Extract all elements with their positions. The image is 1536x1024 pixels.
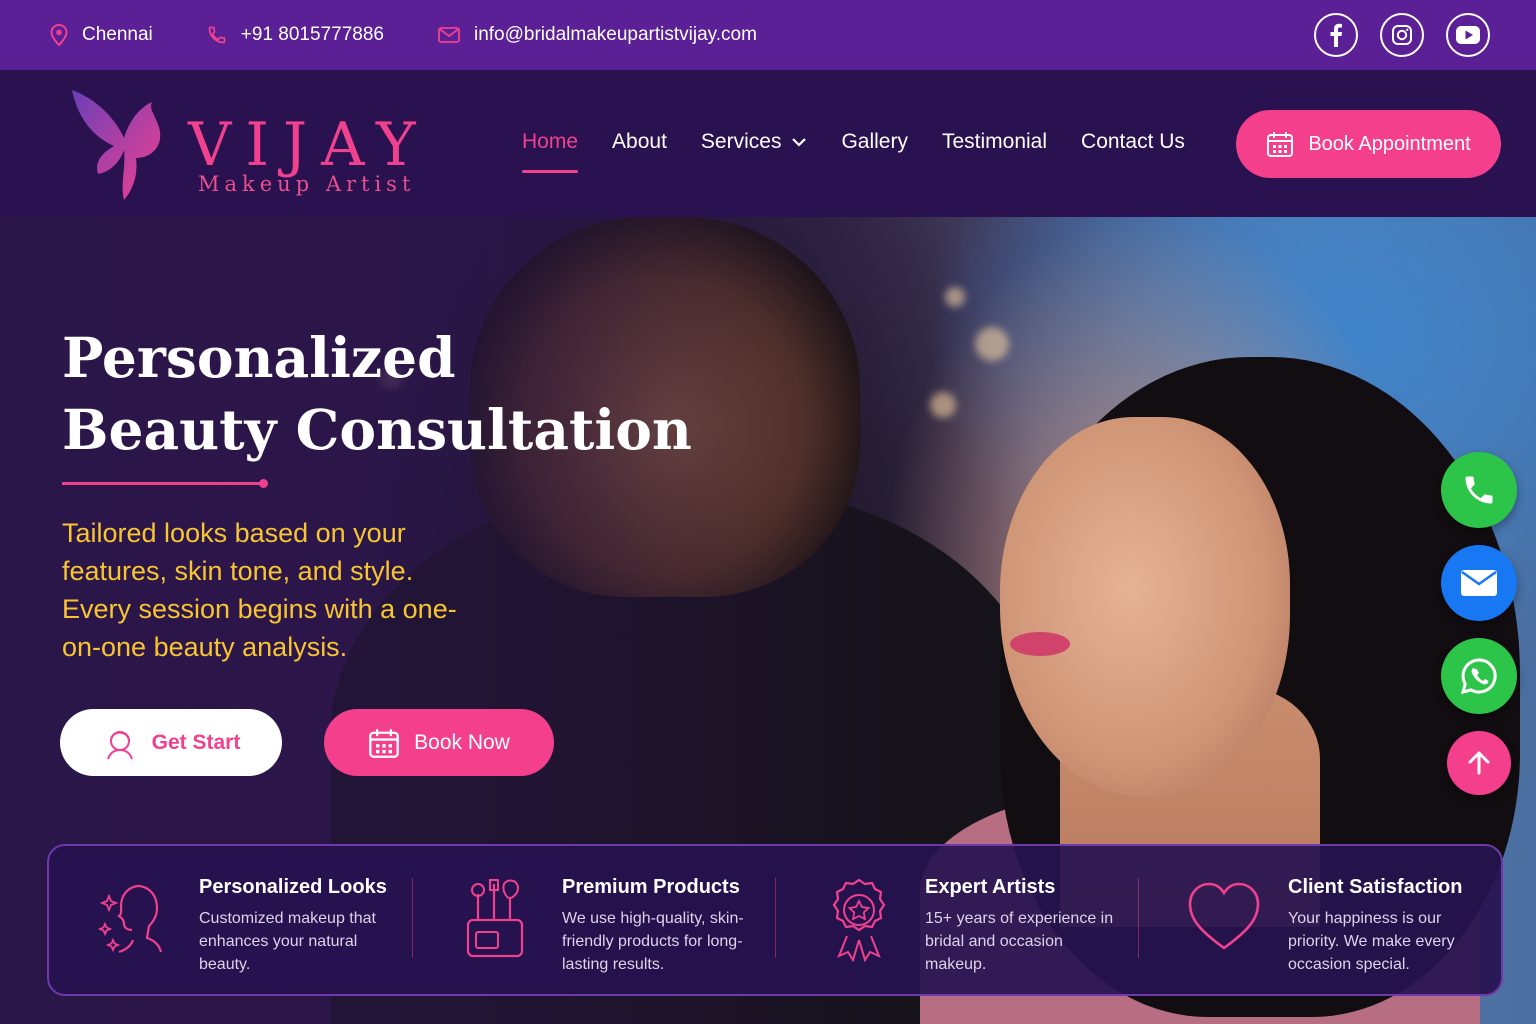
phone-icon — [208, 26, 226, 44]
book-appointment-button[interactable]: Book Appointment — [1236, 110, 1501, 178]
feature-body: Personalized Looks Customized makeup tha… — [199, 876, 395, 994]
scroll-top-button[interactable] — [1447, 731, 1511, 795]
feature-card: Expert Artists 15+ years of experience i… — [775, 846, 1138, 994]
facebook-icon[interactable] — [1314, 13, 1358, 57]
nav-item-services-label: Services — [700, 130, 782, 153]
envelope-icon — [438, 27, 460, 43]
phone-text: +91 8015777886 — [240, 24, 384, 45]
features-strip: Personalized Looks Customized makeup tha… — [47, 844, 1503, 996]
feature-text: Your happiness is our priority. We make … — [1288, 910, 1455, 973]
feature-text: We use high-quality, skin-friendly produ… — [562, 910, 744, 973]
feature-card: Premium Products We use high-quality, sk… — [412, 846, 775, 994]
brand-logo[interactable]: VIJAY Makeup Artist — [64, 88, 444, 203]
youtube-icon[interactable] — [1446, 13, 1490, 57]
phone-item[interactable]: +91 8015777886 — [207, 24, 384, 46]
mail-icon — [1461, 570, 1497, 596]
social-links — [1314, 13, 1490, 57]
hero-title-line1: Personalized — [62, 325, 456, 390]
email-text: info@bridalmakeupartistvijay.com — [473, 24, 757, 45]
whatsapp-icon — [1460, 658, 1497, 695]
email-item[interactable]: info@bridalmakeupartistvijay.com — [438, 24, 757, 46]
hero-title-line2: Beauty Consultation — [62, 397, 692, 462]
chevron-down-icon — [792, 138, 807, 147]
calendar-icon — [369, 728, 399, 758]
brand-subtitle: Makeup Artist — [198, 172, 416, 196]
mail-float-button[interactable] — [1441, 545, 1517, 621]
location-text: Chennai — [82, 24, 153, 45]
feature-text: Customized makeup that enhances your nat… — [199, 910, 376, 973]
feature-text: 15+ years of experience in bridal and oc… — [925, 910, 1114, 973]
nav-item-testimonial[interactable]: Testimonial — [942, 130, 1047, 154]
book-appointment-label: Book Appointment — [1308, 132, 1471, 155]
feature-card: Client Satisfaction Your happiness is ou… — [1138, 846, 1501, 994]
get-start-label: Get Start — [151, 730, 241, 754]
map-pin-icon — [50, 24, 68, 46]
feature-title: Expert Artists — [925, 876, 1056, 898]
title-divider — [62, 479, 268, 488]
top-contact-bar: Chennai +91 8015777886 info@bridalmakeup… — [0, 0, 1536, 70]
main-navbar: VIJAY Makeup Artist Home About Services … — [0, 70, 1536, 217]
feature-title: Personalized Looks — [199, 876, 387, 898]
location-item: Chennai — [50, 24, 153, 46]
nav-item-gallery[interactable]: Gallery — [841, 130, 908, 154]
hero-description: Tailored looks based on your features, s… — [62, 518, 457, 662]
book-now-button[interactable]: Book Now — [324, 709, 554, 776]
feature-body: Client Satisfaction Your happiness is ou… — [1288, 876, 1484, 994]
arrow-up-icon — [1468, 751, 1490, 775]
feature-title: Client Satisfaction — [1288, 876, 1463, 898]
feature-title: Premium Products — [562, 876, 740, 898]
award-badge-icon — [832, 878, 886, 962]
feature-card: Personalized Looks Customized makeup tha… — [49, 846, 412, 994]
calendar-icon — [1267, 132, 1294, 157]
nav-item-home[interactable]: Home — [522, 130, 579, 173]
nav-item-about[interactable]: About — [612, 130, 667, 154]
get-start-button[interactable]: Get Start — [60, 709, 282, 776]
feature-body: Premium Products We use high-quality, sk… — [562, 876, 758, 994]
book-now-label: Book Now — [414, 730, 510, 754]
feature-body: Expert Artists 15+ years of experience i… — [925, 876, 1121, 994]
brand-title: VIJAY — [188, 110, 430, 180]
woman-face-icon — [97, 884, 163, 954]
instagram-icon[interactable] — [1380, 13, 1424, 57]
phone-icon — [1465, 476, 1493, 504]
nav-item-services[interactable]: Services — [701, 130, 808, 154]
heart-icon — [1188, 882, 1260, 950]
woman-face-icon — [106, 730, 133, 759]
nav-menu: Home About Services Gallery Testimonial … — [522, 130, 1219, 173]
whatsapp-float-button[interactable] — [1441, 638, 1517, 714]
call-float-button[interactable] — [1441, 452, 1517, 528]
butterfly-logo-icon — [72, 90, 161, 200]
hero-title: Personalized Beauty Consultation — [62, 322, 692, 466]
nav-item-contact[interactable]: Contact Us — [1081, 130, 1185, 154]
brushes-icon — [466, 879, 524, 958]
